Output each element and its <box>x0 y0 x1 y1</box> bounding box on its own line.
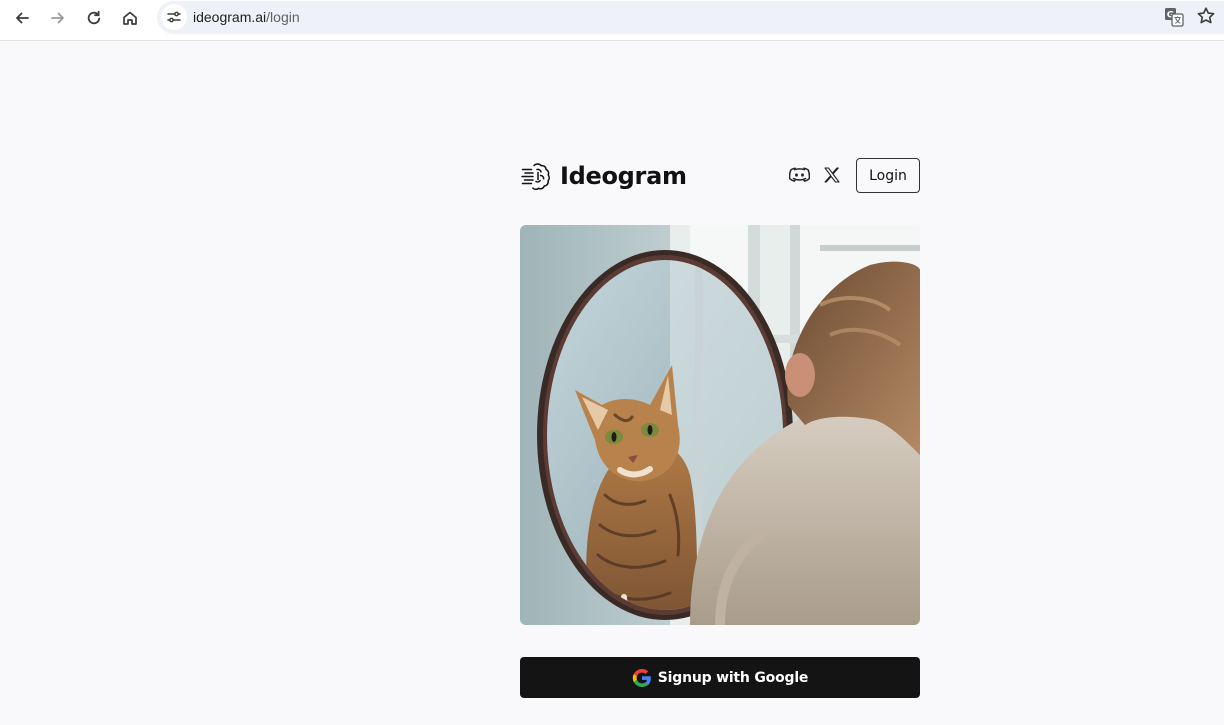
brand-name: Ideogram <box>560 162 687 190</box>
url-host: ideogram.ai <box>193 9 267 25</box>
back-icon <box>16 12 29 24</box>
site-info-icon <box>167 11 181 23</box>
x-icon[interactable] <box>824 167 840 183</box>
brand[interactable]: Ideogram <box>520 159 687 193</box>
reload-button[interactable] <box>80 4 108 32</box>
bookmark-star-icon[interactable] <box>1196 6 1216 26</box>
url-path: /login <box>266 9 300 25</box>
home-button[interactable] <box>116 4 144 32</box>
ideogram-brain-logo-icon <box>521 163 550 191</box>
address-bar[interactable]: ideogram.ai/login <box>157 1 1224 34</box>
discord-icon[interactable] <box>789 166 810 183</box>
reload-icon <box>87 10 101 25</box>
signup-label: Signup with Google <box>657 669 809 686</box>
hero-image <box>520 225 920 625</box>
forward-button[interactable] <box>44 4 72 32</box>
browser-toolbar: ideogram.ai/login G <box>0 0 1224 41</box>
forward-icon <box>51 12 64 24</box>
cat-mirror-illustration <box>520 225 920 625</box>
back-button[interactable] <box>8 4 36 32</box>
signup-with-google-button[interactable]: Signup with Google <box>520 657 920 698</box>
site-info-button[interactable] <box>161 4 187 30</box>
google-icon <box>632 668 651 687</box>
login-button[interactable]: Login <box>856 158 920 193</box>
translate-icon[interactable]: G <box>1163 6 1185 28</box>
home-icon <box>123 11 137 25</box>
url-text[interactable]: ideogram.ai/login <box>193 9 300 25</box>
